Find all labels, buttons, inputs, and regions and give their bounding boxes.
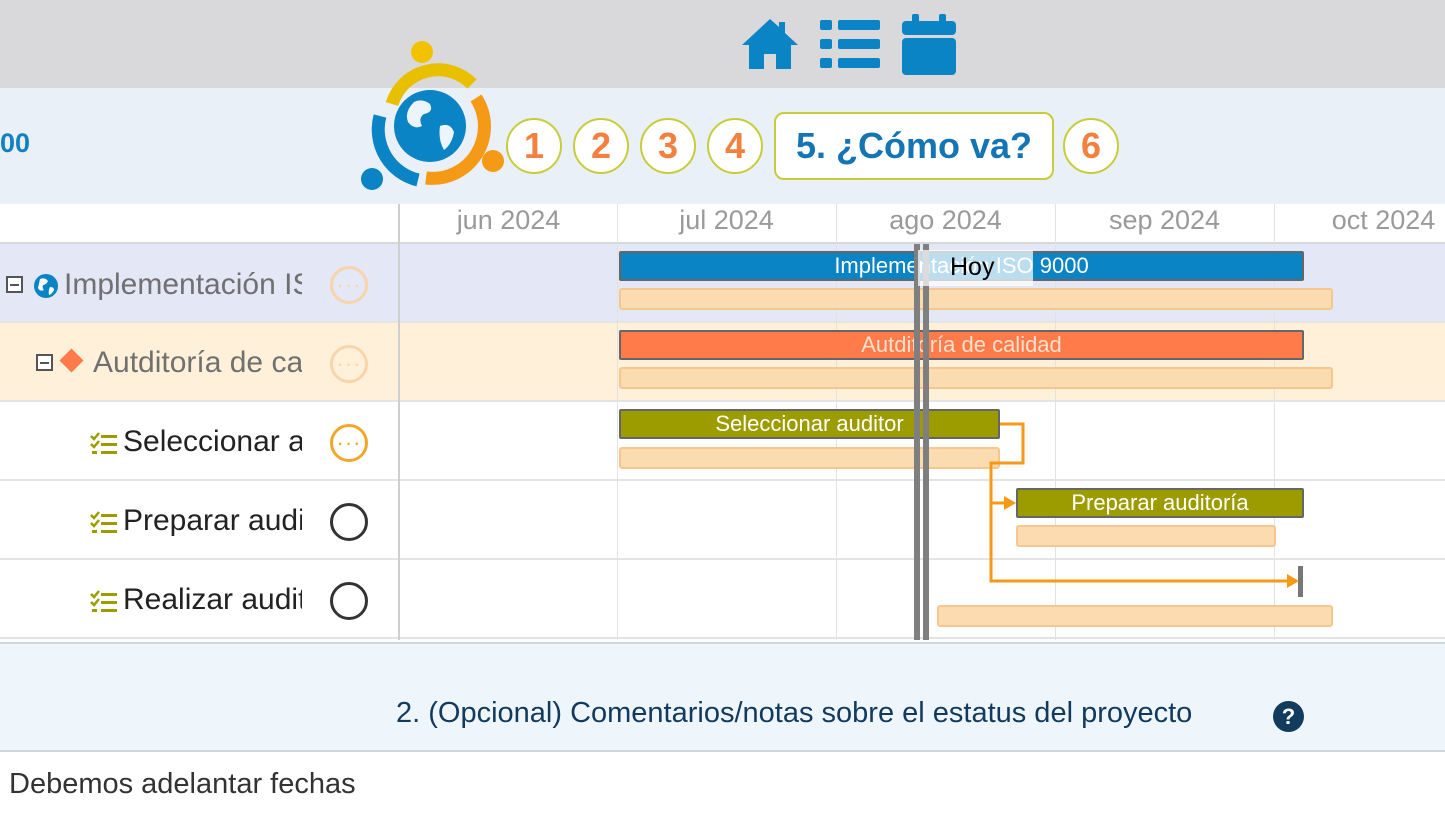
today-label: Hoy (918, 250, 1033, 286)
help-icon[interactable]: ? (1273, 701, 1304, 732)
comments-textarea[interactable]: Debemos adelantar fechas (9, 768, 356, 801)
comments-label: 2. (Opcional) Comentarios/notas sobre el… (396, 697, 1193, 729)
today-marker (914, 244, 929, 640)
